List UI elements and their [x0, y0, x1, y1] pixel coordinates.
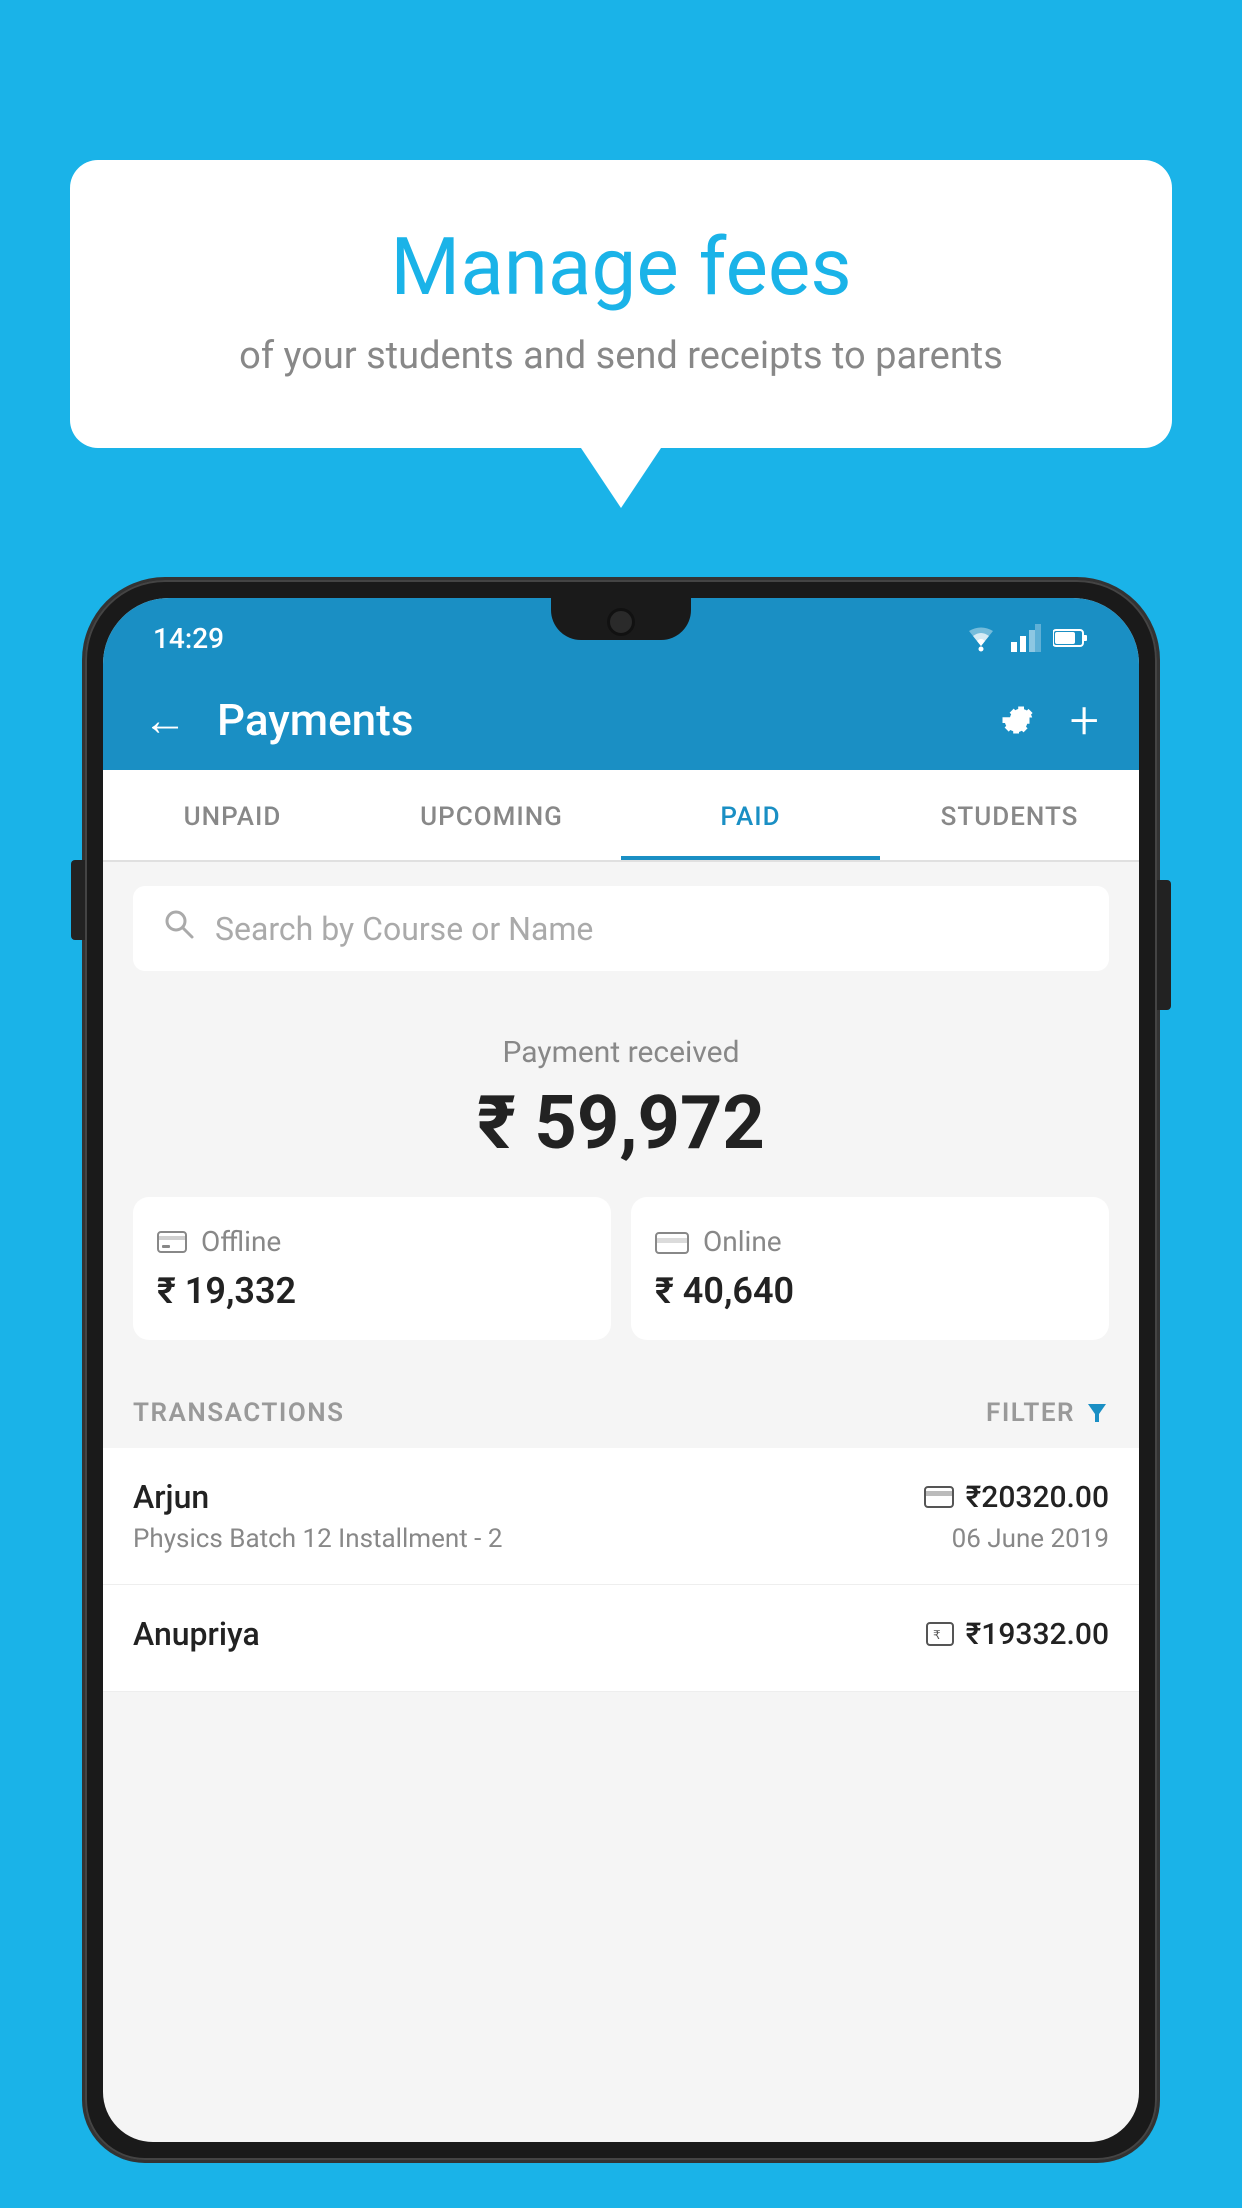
svg-text:₹: ₹ [933, 1628, 941, 1642]
transaction-course: Physics Batch 12 Installment - 2 [133, 1524, 502, 1554]
transactions-label: TRANSACTIONS [133, 1398, 345, 1428]
search-icon [163, 908, 195, 949]
online-amount: ₹ 40,640 [655, 1270, 1085, 1312]
back-button[interactable]: ← [143, 694, 187, 746]
transaction-item[interactable]: Anupriya ₹ ₹19332.00 [103, 1585, 1139, 1692]
online-card-header: Online [655, 1225, 1085, 1258]
transaction-date: 06 June 2019 [952, 1524, 1109, 1554]
transaction-amount: ₹19332.00 [966, 1617, 1109, 1652]
transactions-header: TRANSACTIONS FILTER [103, 1370, 1139, 1448]
status-time: 14:29 [153, 622, 224, 655]
speech-bubble-arrow [581, 448, 661, 508]
phone-container: 14:29 [85, 580, 1157, 2208]
offline-card-header: Offline [157, 1225, 587, 1258]
transaction-amount: ₹20320.00 [966, 1480, 1109, 1515]
filter-button[interactable]: FILTER [986, 1398, 1109, 1428]
app-header: ← Payments + [103, 670, 1139, 770]
search-container: Search by Course or Name [103, 862, 1139, 995]
filter-icon [1085, 1401, 1109, 1425]
speech-bubble-container: Manage fees of your students and send re… [70, 160, 1172, 508]
speech-bubble-title: Manage fees [150, 220, 1092, 314]
header-icons: + [996, 690, 1099, 751]
transaction-list: Arjun ₹20320.00 Physics Batch 12 Install… [103, 1448, 1139, 1692]
tab-unpaid[interactable]: UNPAID [103, 770, 362, 860]
transaction-amount-wrap: ₹ ₹19332.00 [926, 1617, 1109, 1652]
offline-icon [157, 1228, 187, 1256]
payment-total-amount: ₹ 59,972 [133, 1080, 1109, 1167]
header-title: Payments [217, 694, 966, 746]
transaction-name: Anupriya [133, 1615, 260, 1653]
transaction-amount-wrap: ₹20320.00 [924, 1480, 1109, 1515]
signal-icon [1011, 624, 1041, 652]
tab-paid[interactable]: PAID [621, 770, 880, 860]
online-payment-card: Online ₹ 40,640 [631, 1197, 1109, 1340]
wifi-icon [963, 624, 999, 652]
offline-type-label: Offline [201, 1225, 281, 1258]
card-icon-small [924, 1486, 954, 1508]
speech-bubble-subtitle: of your students and send receipts to pa… [150, 334, 1092, 378]
online-type-label: Online [703, 1225, 782, 1258]
tab-students[interactable]: STUDENTS [880, 770, 1139, 860]
phone-outer: 14:29 [85, 580, 1157, 2160]
payment-received-label: Payment received [133, 1035, 1109, 1070]
settings-icon[interactable] [996, 698, 1040, 742]
offline-payment-card: Offline ₹ 19,332 [133, 1197, 611, 1340]
status-icons [963, 624, 1089, 652]
payment-cards: Offline ₹ 19,332 Online [133, 1197, 1109, 1340]
search-bar[interactable]: Search by Course or Name [133, 886, 1109, 971]
offline-amount: ₹ 19,332 [157, 1270, 587, 1312]
tab-upcoming[interactable]: UPCOMING [362, 770, 621, 860]
transaction-item[interactable]: Arjun ₹20320.00 Physics Batch 12 Install… [103, 1448, 1139, 1585]
transaction-row1: Arjun ₹20320.00 [133, 1478, 1109, 1516]
online-icon [655, 1228, 689, 1256]
cash-icon-small: ₹ [926, 1622, 954, 1646]
add-icon[interactable]: + [1070, 690, 1099, 751]
phone-notch [551, 598, 691, 640]
transaction-row2: Physics Batch 12 Installment - 2 06 June… [133, 1524, 1109, 1554]
transaction-row1: Anupriya ₹ ₹19332.00 [133, 1615, 1109, 1653]
speech-bubble: Manage fees of your students and send re… [70, 160, 1172, 448]
search-input-placeholder: Search by Course or Name [215, 910, 593, 948]
battery-icon [1053, 628, 1089, 648]
phone-screen: 14:29 [103, 598, 1139, 2142]
transaction-name: Arjun [133, 1478, 209, 1516]
tabs-bar: UNPAID UPCOMING PAID STUDENTS [103, 770, 1139, 862]
payment-summary: Payment received ₹ 59,972 Offline [103, 995, 1139, 1370]
phone-camera [607, 608, 635, 636]
